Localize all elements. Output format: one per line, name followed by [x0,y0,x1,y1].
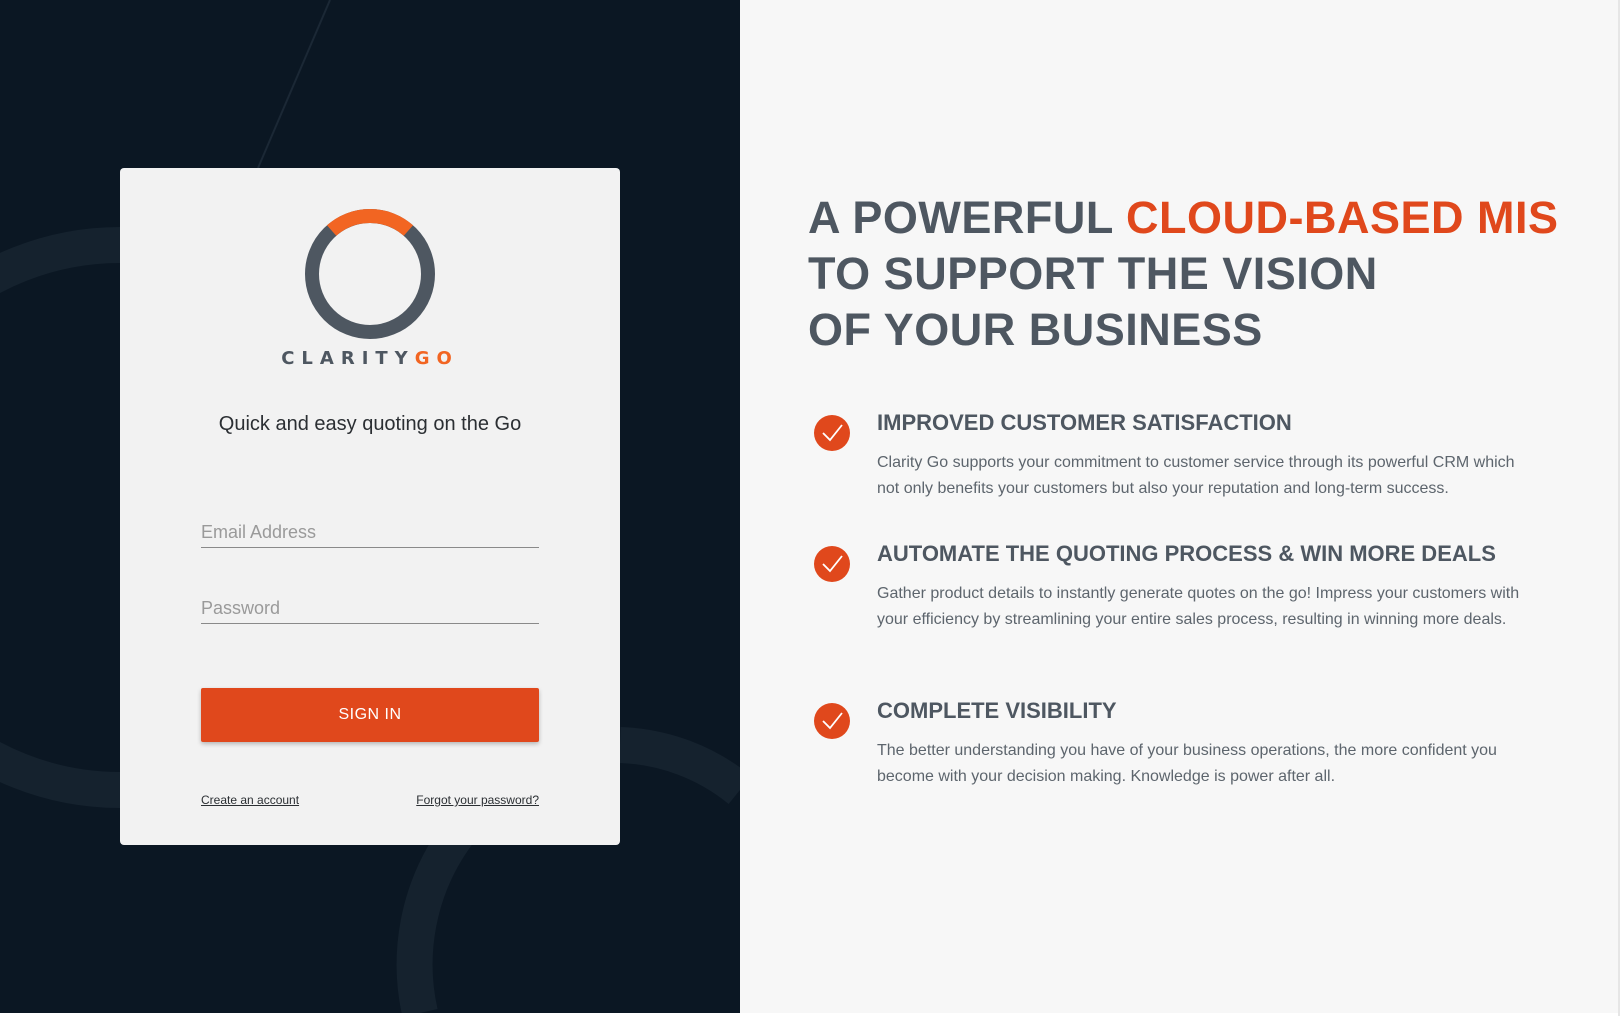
hero-line-3: OF YOUR BUSINESS [808,304,1263,355]
sign-in-button[interactable]: SIGN IN [201,688,539,742]
feature-title: COMPLETE VISIBILITY [877,698,1117,723]
hero-line-1-accent: CLOUD-BASED MIS [1126,192,1559,243]
feature-title: AUTOMATE THE QUOTING PROCESS & WIN MORE … [877,541,1496,566]
check-circle-icon [814,703,850,739]
hero-line-1: A POWERFUL CLOUD-BASED MIS [808,190,1559,246]
check-circle-icon [814,546,850,582]
feature-description: The better understanding you have of you… [877,742,1497,785]
clarity-go-logo-icon [305,208,435,339]
right-panel: A POWERFUL CLOUD-BASED MIS TO SUPPORT TH… [740,0,1620,1013]
brand-wordmark-primary: CLARITY [281,348,415,369]
brand-wordmark-accent: GO [414,348,459,369]
create-account-link[interactable]: Create an account [201,793,299,807]
email-field-container [201,518,539,548]
password-input[interactable] [201,594,539,622]
hero-line-2: TO SUPPORT THE VISION [808,248,1378,299]
hero-line-1-plain: A POWERFUL [808,192,1126,243]
login-card: CLARITYGO Quick and easy quoting on the … [120,168,620,845]
feature-description: Gather product details to instantly gene… [877,585,1520,628]
login-tagline: Quick and easy quoting on the Go [218,413,522,435]
feature-title: IMPROVED CUSTOMER SATISFACTION [877,410,1292,435]
feature-description: Clarity Go supports your commitment to c… [877,454,1515,497]
forgot-password-link[interactable]: Forgot your password? [416,793,539,807]
brand-wordmark: CLARITYGO [120,348,620,369]
email-input[interactable] [201,518,539,546]
password-field-container [201,594,539,624]
hero-headline: A POWERFUL CLOUD-BASED MIS TO SUPPORT TH… [808,190,1559,358]
check-circle-icon [814,415,850,451]
left-panel: CLARITYGO Quick and easy quoting on the … [0,0,740,1013]
